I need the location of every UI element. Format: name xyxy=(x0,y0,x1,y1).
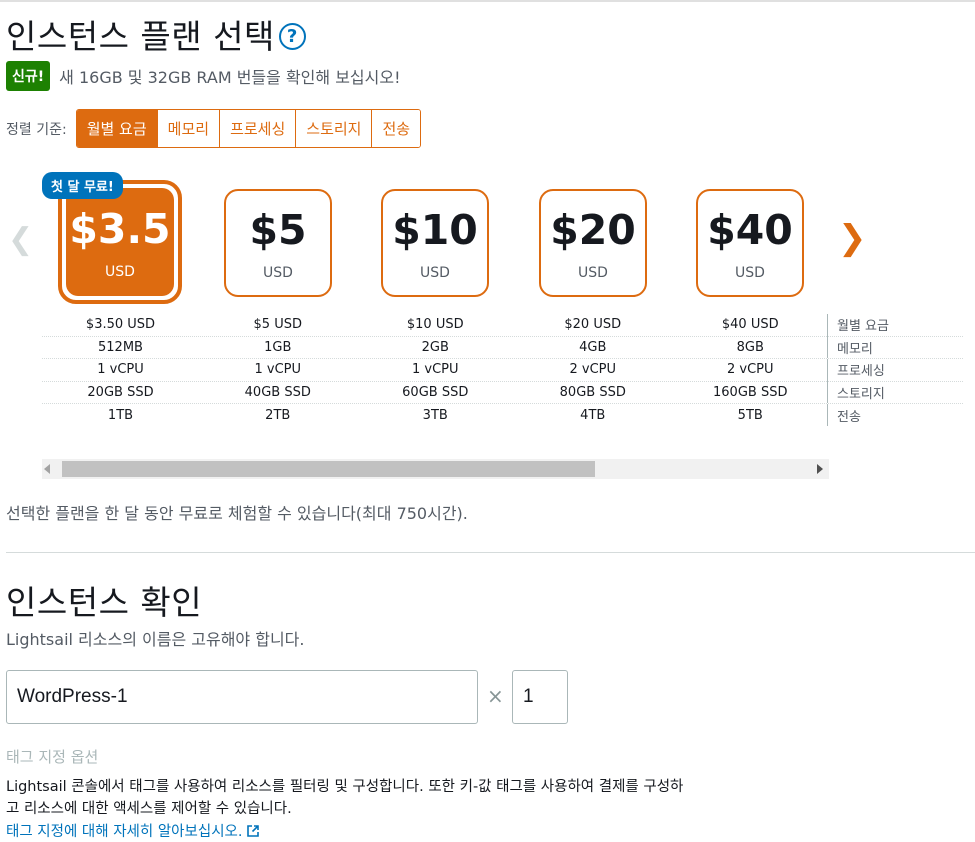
sort-option-monthly[interactable]: 월별 요금 xyxy=(76,110,158,147)
spec-row-memory: 512MB 1GB 2GB 4GB 8GB 메모리 xyxy=(42,336,963,359)
sort-option-processing[interactable]: 프로세싱 xyxy=(220,110,297,147)
plan-card-20[interactable]: $20 USD xyxy=(539,189,647,297)
spec-cell: 1 vCPU xyxy=(97,362,144,378)
tag-link-text: 태그 지정에 대해 자세히 알아보십시오. xyxy=(6,824,243,840)
scroll-thumb[interactable] xyxy=(62,461,595,477)
spec-cell: 1 vCPU xyxy=(411,362,459,378)
spec-cell: 3TB xyxy=(422,407,448,423)
spec-label: 메모리 xyxy=(827,336,873,359)
tag-options-title[interactable]: 태그 지정 옵션 xyxy=(6,746,98,767)
spec-cell: 2TB xyxy=(265,407,291,423)
chevron-right-icon[interactable]: ❯ xyxy=(838,218,867,258)
plan-currency: USD xyxy=(105,263,135,280)
plan-card-10[interactable]: $10 USD xyxy=(381,189,489,297)
sort-option-memory[interactable]: 메모리 xyxy=(157,110,221,147)
multiply-symbol: × xyxy=(487,684,504,708)
new-announcement: 신규! 새 16GB 및 32GB RAM 번들을 확인해 보십시오! xyxy=(6,61,401,91)
spec-cell: 4GB xyxy=(579,339,607,355)
spec-row-transfer: 1TB 2TB 3TB 4TB 5TB 전송 xyxy=(42,404,963,427)
spec-cell: $10 USD xyxy=(406,317,464,333)
spec-cell: 160GB SSD xyxy=(713,384,788,400)
spec-label: 전송 xyxy=(827,404,861,427)
spec-cell: 2GB xyxy=(421,339,449,355)
page-title: 인스턴스 플랜 선택 ? xyxy=(6,10,306,58)
sort-segmented-control: 월별 요금 메모리 프로세싱 스토리지 전송 xyxy=(75,109,422,148)
plan-currency: USD xyxy=(420,264,450,281)
section-divider xyxy=(6,552,975,553)
sort-option-storage[interactable]: 스토리지 xyxy=(296,110,373,147)
plan-price: $5 xyxy=(249,205,307,254)
spec-cell: 20GB SSD xyxy=(87,384,154,400)
spec-cell: $3.50 USD xyxy=(85,317,156,333)
spec-label: 프로세싱 xyxy=(827,358,885,381)
confirm-title: 인스턴스 확인 xyxy=(6,583,203,622)
spec-cell: 1TB xyxy=(107,407,134,423)
spec-cell: 4TB xyxy=(580,407,606,423)
external-link-icon xyxy=(247,824,260,837)
spec-cell: 5TB xyxy=(737,407,763,423)
tag-learn-more-link[interactable]: 태그 지정에 대해 자세히 알아보십시오. xyxy=(6,820,260,841)
help-icon[interactable]: ? xyxy=(278,22,306,50)
sort-label: 정렬 기준: xyxy=(6,121,67,138)
unique-name-note: Lightsail 리소스의 이름은 고유해야 합니다. xyxy=(6,630,305,649)
spec-cell: $5 USD xyxy=(253,317,302,333)
spec-label: 스토리지 xyxy=(827,381,885,404)
plan-currency: USD xyxy=(735,264,765,281)
spec-cell: 512MB xyxy=(98,339,143,355)
free-trial-note: 선택한 플랜을 한 달 동안 무료로 체험할 수 있습니다(최대 750시간). xyxy=(6,504,468,523)
spec-cell: $20 USD xyxy=(564,317,622,333)
spec-row-monthly: $3.50 USD $5 USD $10 USD $20 USD $40 USD… xyxy=(42,313,963,337)
scroll-right-arrow-icon[interactable] xyxy=(817,464,823,474)
sort-bar: 정렬 기준: 월별 요금 메모리 프로세싱 스토리지 전송 xyxy=(6,109,422,148)
plan-card-40[interactable]: $40 USD xyxy=(696,189,804,297)
plan-card-5[interactable]: $5 USD xyxy=(224,189,332,297)
plan-currency: USD xyxy=(578,264,608,281)
spec-cell: 40GB SSD xyxy=(244,384,311,400)
plan-card-inner: $3.5 USD xyxy=(66,188,174,296)
plan-price: $3.5 xyxy=(69,204,171,253)
plan-spec-table: $3.50 USD $5 USD $10 USD $20 USD $40 USD… xyxy=(42,313,963,427)
spec-cell: 8GB xyxy=(736,339,764,355)
announcement-text: 새 16GB 및 32GB RAM 번들을 확인해 보십시오! xyxy=(59,68,401,87)
spec-cell: 1 vCPU xyxy=(254,362,302,378)
chevron-left-icon[interactable]: ❮ xyxy=(8,222,33,257)
instance-name-input[interactable] xyxy=(6,670,478,724)
plan-price: $20 xyxy=(550,205,636,254)
plan-price: $40 xyxy=(707,205,793,254)
top-border xyxy=(0,0,975,2)
instance-count-input[interactable] xyxy=(512,670,568,724)
horizontal-scrollbar[interactable] xyxy=(42,459,829,479)
spec-cell: 80GB SSD xyxy=(559,384,626,400)
spec-row-processing: 1 vCPU 1 vCPU 1 vCPU 2 vCPU 2 vCPU 프로세싱 xyxy=(42,358,963,382)
tag-description: Lightsail 콘솔에서 태그를 사용하여 리소스를 필터링 및 구성합니다… xyxy=(6,779,684,817)
new-badge: 신규! xyxy=(6,61,51,91)
spec-label: 월별 요금 xyxy=(827,313,889,336)
plan-price: $10 xyxy=(392,205,478,254)
sort-option-transfer[interactable]: 전송 xyxy=(372,110,421,147)
page-title-text: 인스턴스 플랜 선택 xyxy=(6,17,275,56)
free-month-badge: 첫 달 무료! xyxy=(42,172,123,199)
scroll-left-arrow-icon[interactable] xyxy=(44,464,50,474)
spec-cell: 1GB xyxy=(264,339,292,355)
spec-cell: 60GB SSD xyxy=(402,384,469,400)
spec-cell: 2 vCPU xyxy=(726,362,774,378)
spec-cell: 2 vCPU xyxy=(569,362,617,378)
plan-currency: USD xyxy=(263,264,293,281)
spec-row-storage: 20GB SSD 40GB SSD 60GB SSD 80GB SSD 160G… xyxy=(42,381,963,404)
spec-cell: $40 USD xyxy=(721,317,779,333)
